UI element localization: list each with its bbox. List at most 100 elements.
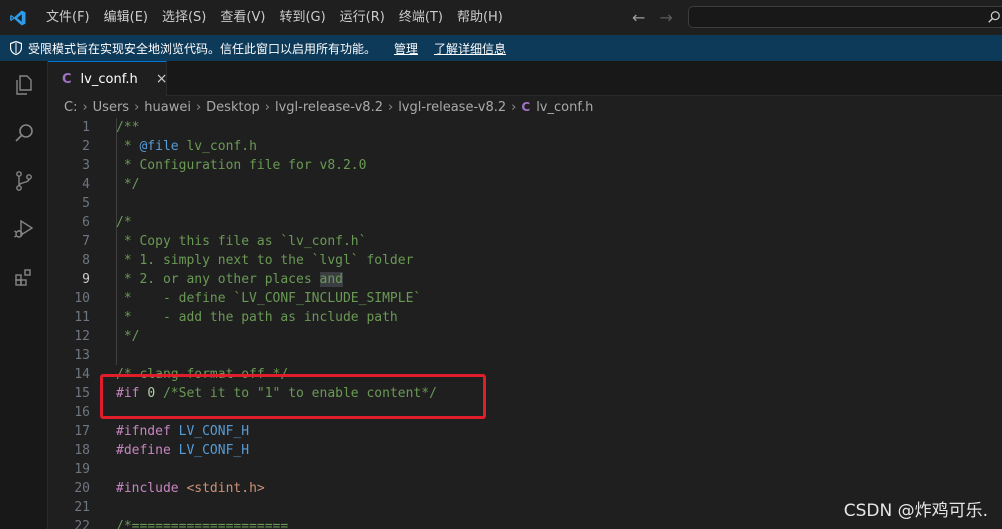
manage-link[interactable]: 管理 — [394, 40, 418, 57]
code-token: <stdint.h> — [186, 481, 265, 496]
code-text: * @file lv_conf.h — [116, 137, 257, 156]
line-number: 7 — [82, 234, 90, 249]
search-icon[interactable] — [0, 109, 48, 157]
code-text: * Configuration file for v8.2.0 — [116, 156, 367, 175]
code-line[interactable]: 1 /** — [48, 118, 1002, 137]
menu-item-3[interactable]: 查看(V) — [213, 0, 272, 35]
c-file-icon: C — [62, 71, 72, 87]
code-token: #ifndef — [116, 424, 171, 439]
code-token: #include — [116, 481, 179, 496]
code-line[interactable]: 9 * 2. or any other places and — [48, 270, 1002, 289]
breadcrumb-item[interactable]: Desktop — [206, 100, 260, 115]
code-line[interactable]: 12 */ — [48, 327, 1002, 346]
tab-label: lv_conf.h — [80, 71, 138, 87]
code-token: */ — [116, 177, 140, 192]
menu-item-0[interactable]: 文件(F) — [39, 0, 97, 35]
line-number: 20 — [74, 481, 90, 496]
code-line[interactable]: 2 * @file lv_conf.h — [48, 137, 1002, 156]
line-number: 1 — [82, 120, 90, 135]
code-line[interactable]: 18 #define LV_CONF_H — [48, 441, 1002, 460]
explorer-icon[interactable] — [0, 61, 48, 109]
breadcrumb: C: › Users › huawei › Desktop › lvgl-release-v8.… — [64, 96, 593, 118]
line-number: 12 — [74, 329, 90, 344]
learn-more-link[interactable]: 了解详细信息 — [434, 40, 506, 57]
code-text: /*==================== — [116, 517, 288, 529]
chevron-right-icon: › — [511, 99, 517, 115]
code-token: @file — [139, 139, 179, 154]
command-center-search[interactable]: 搜 — [688, 6, 1002, 28]
line-number: 14 — [74, 367, 90, 382]
line-number: 17 — [74, 424, 90, 439]
line-number: 15 — [74, 386, 90, 401]
code-token: /*==================== — [116, 519, 289, 529]
line-number: 22 — [74, 519, 90, 529]
breadcrumb-item[interactable]: lvgl-release-v8.2 — [275, 100, 383, 115]
menu-item-5[interactable]: 运行(R) — [333, 0, 392, 35]
run-debug-icon[interactable] — [0, 205, 48, 253]
code-text: /** — [116, 118, 139, 137]
code-token: #define — [116, 443, 171, 458]
code-lines: 1/** 2 * @file lv_conf.h 3 * Configuration… — [48, 118, 1002, 529]
menu-item-2[interactable]: 选择(S) — [155, 0, 213, 35]
breadcrumb-item[interactable]: lv_conf.h — [536, 100, 593, 115]
code-line[interactable]: 19 — [48, 460, 1002, 479]
code-token: /** — [116, 120, 140, 135]
breadcrumb-item[interactable]: lvgl-release-v8.2 — [398, 100, 506, 115]
code-token: * 2. or any other places — [116, 272, 320, 287]
watermark: CSDN @炸鸡可乐. — [843, 501, 988, 521]
line-number: 3 — [82, 158, 90, 173]
chevron-right-icon: › — [387, 99, 394, 115]
code-text: * Copy this file as `lv_conf.h` — [116, 232, 367, 251]
code-token: * Copy this file as `lv_conf.h` — [116, 234, 367, 249]
code-line[interactable]: 13 — [48, 346, 1002, 365]
menu-bar: 文件(F) 编辑(E) 选择(S) 查看(V) 转到(G) 运行(R) 终端(T) 帮助(H) — [39, 0, 510, 35]
code-line[interactable]: 17 #ifndef LV_CONF_H — [48, 422, 1002, 441]
line-number: 10 — [74, 291, 90, 306]
line-number: 18 — [74, 443, 90, 458]
breadcrumb-item[interactable]: huawei — [144, 100, 191, 115]
red-highlight-box — [100, 374, 486, 419]
line-number: 9 — [82, 272, 90, 287]
line-number: 2 — [82, 139, 90, 154]
chevron-right-icon: › — [82, 99, 88, 115]
code-line[interactable]: 3 * Configuration file for v8.2.0 — [48, 156, 1002, 175]
tab-lv-conf-h[interactable]: C lv_conf.h × — [48, 61, 167, 96]
extensions-icon[interactable] — [0, 253, 48, 301]
code-line[interactable]: 6 /* — [48, 213, 1002, 232]
restricted-mode-banner: 受限模式旨在实现安全地浏览代码。信任此窗口以启用所有功能。 管理 了解详细信息 — [0, 35, 1002, 61]
code-token: * - add the path as include path — [116, 310, 398, 325]
menu-item-4[interactable]: 转到(G) — [272, 0, 332, 35]
breadcrumb-item[interactable]: C: — [64, 100, 77, 115]
close-icon[interactable]: × — [156, 71, 168, 87]
code-line[interactable]: 4 */ — [48, 175, 1002, 194]
code-text: * 1. simply next to the `lvgl` folder — [116, 251, 414, 270]
code-line[interactable]: 5 — [48, 194, 1002, 213]
code-line[interactable]: 8 * 1. simply next to the `lvgl` folder — [48, 251, 1002, 270]
menu-item-7[interactable]: 帮助(H) — [450, 0, 510, 35]
breadcrumb-item[interactable]: Users — [93, 100, 129, 115]
source-control-icon[interactable] — [0, 157, 48, 205]
code-editor[interactable]: 1/** 2 * @file lv_conf.h 3 * Configuration… — [48, 118, 1002, 529]
code-token: lv_conf.h — [178, 139, 257, 154]
code-line[interactable]: 10 * - define `LV_CONF_INCLUDE_SIMPLE` — [48, 289, 1002, 308]
chevron-right-icon: › — [195, 99, 202, 115]
code-token: * — [116, 139, 140, 154]
code-line[interactable]: 11 * - add the path as include path — [48, 308, 1002, 327]
code-text: #ifndef LV_CONF_H — [116, 422, 249, 441]
search-icon — [988, 11, 1000, 23]
menu-item-6[interactable]: 终端(T) — [392, 0, 450, 35]
code-token: LV_CONF_H — [170, 443, 250, 458]
code-text: * - define `LV_CONF_INCLUDE_SIMPLE` — [116, 289, 421, 308]
code-token: LV_CONF_H — [170, 424, 250, 439]
code-text: */ — [116, 327, 140, 346]
banner-message: 受限模式旨在实现安全地浏览代码。信任此窗口以启用所有功能。 — [28, 41, 377, 56]
forward-arrow-icon[interactable]: → — [659, 8, 672, 27]
code-line[interactable]: 7 * Copy this file as `lv_conf.h` — [48, 232, 1002, 251]
menu-item-1[interactable]: 编辑(E) — [97, 0, 155, 35]
line-number: 13 — [74, 348, 90, 363]
line-number: 8 — [82, 253, 90, 268]
back-arrow-icon[interactable]: ← — [632, 8, 645, 27]
code-token: and — [319, 272, 343, 287]
line-number: 16 — [74, 405, 90, 420]
code-token: * - define `LV_CONF_INCLUDE_SIMPLE` — [116, 291, 422, 306]
